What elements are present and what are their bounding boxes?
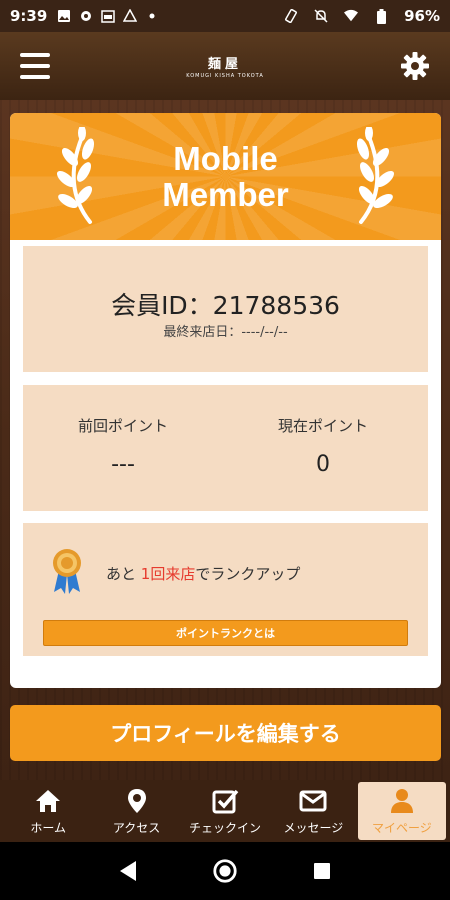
- gear-icon[interactable]: [400, 51, 430, 81]
- back-icon[interactable]: [115, 858, 141, 884]
- tab-checkin-label: チェックイン: [189, 820, 262, 835]
- card-header: Mobile Member: [10, 113, 441, 240]
- card-title-line2: Member: [162, 176, 289, 213]
- hamburger-icon[interactable]: [20, 53, 50, 79]
- previous-points-label: 前回ポイント: [77, 417, 168, 435]
- app-logo: 麺屋 KOMUGI KISHA TOKOTA: [186, 53, 264, 79]
- rank-suffix: でランクアップ: [195, 565, 301, 583]
- rank-panel: あと 1回来店でランクアップ ポイントランクとは: [23, 523, 428, 656]
- rank-highlight: 1回来店: [140, 565, 196, 583]
- tab-message-label: メッセージ: [283, 820, 344, 835]
- battery-icon: [374, 8, 388, 24]
- member-card: Mobile Member 会員ID：21788536 最終来店日：----/-…: [10, 113, 441, 688]
- app-header: 麺屋 KOMUGI KISHA TOKOTA: [0, 32, 450, 100]
- drive-icon: [123, 9, 138, 23]
- card-title-line1: Mobile: [173, 140, 278, 177]
- map-pin-icon: [127, 788, 146, 813]
- rotate-icon: [284, 9, 298, 23]
- mail-icon: [299, 790, 327, 811]
- member-id: 会員ID：21788536: [111, 291, 340, 320]
- points-panel: 前回ポイント --- 現在ポイント 0: [23, 385, 428, 511]
- point-rank-button[interactable]: ポイントランクとは: [43, 620, 408, 646]
- tab-access[interactable]: アクセス: [92, 782, 180, 840]
- bottom-tab-bar: ホーム アクセス チェックイン メッセージ マイページ: [0, 780, 450, 842]
- logo-main: 麺屋: [207, 57, 242, 72]
- medal-icon: [53, 549, 81, 594]
- current-points: 現在ポイント 0: [223, 415, 423, 477]
- home-nav-icon[interactable]: [212, 858, 238, 884]
- last-visit-date: 最終来店日：----/--/--: [163, 325, 288, 340]
- tab-home-label: ホーム: [30, 820, 67, 835]
- store-icon: [101, 9, 116, 23]
- previous-points-value: ---: [111, 452, 135, 477]
- previous-points: 前回ポイント ---: [23, 415, 223, 477]
- recents-icon[interactable]: [309, 858, 335, 884]
- tab-access-label: アクセス: [112, 820, 161, 835]
- status-bar: 9:39 96%: [0, 0, 450, 32]
- home-icon: [36, 789, 61, 812]
- checkbox-icon: [212, 789, 239, 813]
- tab-message[interactable]: メッセージ: [269, 782, 357, 840]
- current-points-label: 現在ポイント: [277, 417, 368, 435]
- edit-profile-button[interactable]: プロフィールを編集する: [10, 705, 441, 761]
- settings-icon: [79, 9, 93, 23]
- card-title: Mobile Member: [10, 141, 441, 213]
- status-time: 9:39: [10, 7, 48, 25]
- user-icon: [390, 788, 413, 813]
- battery-percent: 96%: [404, 7, 440, 25]
- image-icon: [57, 9, 71, 23]
- wifi-icon: [344, 9, 359, 23]
- rank-up-text: あと 1回来店でランクアップ: [106, 563, 300, 584]
- mute-icon: [314, 9, 328, 23]
- tab-home[interactable]: ホーム: [4, 782, 92, 840]
- current-points-value: 0: [316, 452, 330, 477]
- system-nav-bar: [0, 842, 450, 900]
- logo-sub: KOMUGI KISHA TOKOTA: [186, 73, 264, 79]
- rank-prefix: あと: [106, 565, 137, 583]
- tab-checkin[interactable]: チェックイン: [181, 782, 269, 840]
- tab-mypage[interactable]: マイページ: [357, 782, 447, 840]
- member-id-panel: 会員ID：21788536 最終来店日：----/--/--: [23, 246, 428, 372]
- tab-mypage-label: マイページ: [371, 820, 432, 835]
- dot-icon: [145, 9, 159, 23]
